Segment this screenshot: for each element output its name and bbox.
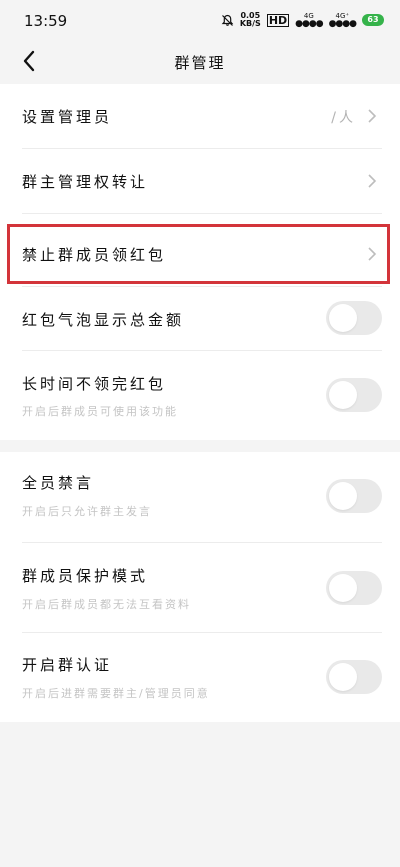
mute-all-row: 全员禁言 开启后只允许群主发言 <box>0 452 400 540</box>
signal-2-bars: ●●●● <box>328 19 357 29</box>
battery-icon: 63 <box>362 14 384 26</box>
signal-1-bars: ●●●● <box>295 19 323 29</box>
chevron-right-icon <box>366 173 378 189</box>
settings-group-members: 全员禁言 开启后只允许群主发言 群成员保护模式 开启后群成员都无法互看资料 开启… <box>0 452 400 722</box>
mute-all-description: 开启后只允许群主发言 <box>22 505 152 518</box>
toggle-knob <box>329 482 357 510</box>
group-verify-toggle[interactable] <box>326 660 382 694</box>
speed-unit: KB/S <box>239 19 261 28</box>
mute-bell-icon <box>221 14 234 26</box>
protect-mode-row: 群成员保护模式 开启后群成员都无法互看资料 <box>0 543 400 631</box>
highlight-box <box>7 224 390 284</box>
network-speed: 0.05 KB/S <box>240 12 261 28</box>
signal-1: 4G ●●●● <box>295 12 323 29</box>
protect-mode-label: 群成员保护模式 <box>22 567 149 585</box>
chevron-right-icon <box>366 108 378 124</box>
mute-all-label: 全员禁言 <box>22 474 95 492</box>
mute-all-toggle[interactable] <box>326 479 382 513</box>
admin-count: /人 <box>331 110 356 126</box>
unclaimed-description: 开启后群成员可使用该功能 <box>22 405 178 418</box>
set-admin-row[interactable]: 设置管理员 /人 <box>0 84 400 148</box>
unclaimed-label: 长时间不领完红包 <box>22 375 167 393</box>
transfer-owner-label: 群主管理权转让 <box>22 173 149 191</box>
status-time: 13:59 <box>24 12 68 30</box>
status-indicators: 0.05 KB/S HD 4G ●●●● 4G⁺ ●●●● 63 <box>221 12 384 29</box>
hd-badge: HD <box>266 13 290 27</box>
group-verify-label: 开启群认证 <box>22 656 113 674</box>
nav-bar: 群管理 <box>0 40 400 82</box>
group-verify-row: 开启群认证 开启后进群需要群主/管理员同意 <box>0 633 400 722</box>
show-amount-row: 红包气泡显示总金额 <box>0 287 400 351</box>
toggle-knob <box>329 304 357 332</box>
unclaimed-row: 长时间不领完红包 开启后群成员可使用该功能 <box>0 351 400 440</box>
transfer-owner-row[interactable]: 群主管理权转让 <box>0 149 400 213</box>
page-title: 群管理 <box>174 54 226 72</box>
signal-2: 4G⁺ ●●●● <box>328 12 357 29</box>
unclaimed-toggle[interactable] <box>326 378 382 412</box>
protect-mode-toggle[interactable] <box>326 571 382 605</box>
show-amount-toggle[interactable] <box>326 301 382 335</box>
group-verify-description: 开启后进群需要群主/管理员同意 <box>22 687 210 700</box>
set-admin-label: 设置管理员 <box>22 108 113 126</box>
divider <box>22 213 382 214</box>
show-amount-label: 红包气泡显示总金额 <box>22 311 185 329</box>
toggle-knob <box>329 663 357 691</box>
protect-mode-description: 开启后群成员都无法互看资料 <box>22 598 191 611</box>
status-bar: 13:59 0.05 KB/S HD 4G ●●●● 4G⁺ ●●●● 63 <box>0 0 400 40</box>
toggle-knob <box>329 574 357 602</box>
toggle-knob <box>329 381 357 409</box>
